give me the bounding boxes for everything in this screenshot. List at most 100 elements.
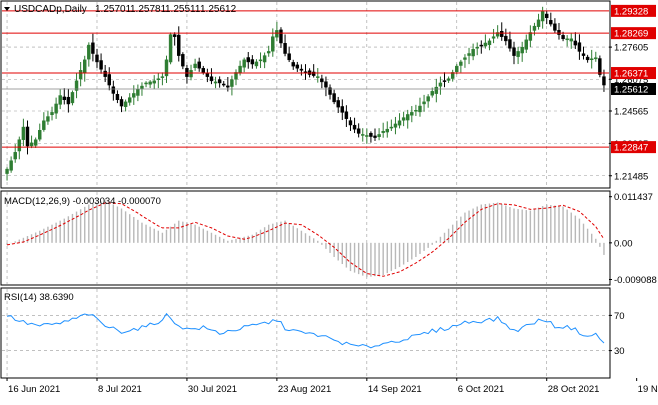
candle-bear [95,54,99,63]
candle-bear [324,81,328,88]
candle-bear [107,74,111,86]
candle-bear [295,64,300,69]
candle-bear [181,54,185,67]
macd-axis-tick-label: -0.009088 [614,275,657,286]
candle-bull [532,25,537,31]
rsi-label: RSI(14) 38.6390 [4,292,74,303]
candle-bull [446,78,451,81]
candle-bull [78,70,83,80]
candle-bull [540,11,545,22]
candle-bull [258,59,263,62]
candle-bull [54,103,58,114]
candle-bull [29,142,34,147]
candle-bear [577,42,582,52]
candle-bear [283,43,287,54]
candle-bull [483,42,488,47]
candle-bull [17,139,22,152]
candle-bull [467,53,471,56]
candle-bear [250,59,255,65]
candle-bear [336,100,340,108]
candle-bull [536,19,541,27]
candle-bull [361,134,365,136]
candle-bull [152,80,156,84]
candle-bull [266,51,271,54]
candle-bear [246,57,250,63]
x-axis-tick-label: 30 Jul 2021 [188,384,237,395]
candle-bull [58,95,62,105]
candle-bull [123,101,128,108]
candle-bull [230,79,234,87]
candle-bear [172,34,177,37]
candle-bull [83,59,87,73]
macd-label: MACD(12,26,9) -0.003034 -0.000070 [4,196,161,207]
candle-bull [377,134,381,137]
candle-bull [434,86,439,94]
candle-bull [238,65,242,73]
candle-bull [213,81,218,84]
candle-bull [148,81,152,85]
candle-bull [42,120,46,130]
candle-bull [594,57,598,60]
candle-bear [602,76,606,86]
candle-bull [487,40,492,46]
ohlc-close: 1.25612 [200,4,237,15]
candle-bull [46,116,50,122]
candle-bull [9,160,13,171]
candle-bull [471,49,475,57]
price-axis-tick-label: 1.27605 [614,43,648,54]
candle-bull [262,55,267,63]
symbol-label: USDCADp,Daily [14,4,87,15]
candle-bear [442,80,447,82]
candle-bear [581,53,586,56]
candle-bull [70,92,75,104]
candle-bull [381,131,385,133]
candle-bull [33,139,38,146]
rsi-axis-tick-label: 30 [614,346,625,357]
candle-bull [50,112,54,115]
candle-bull [127,97,132,103]
candle-bull [520,46,524,54]
candle-bull [21,126,26,140]
candle-bear [197,61,201,69]
candle-bull [5,168,9,174]
level-label: 1.29328 [614,6,648,17]
candle-bull [565,38,569,41]
candle-bear [549,20,553,25]
candle-bear [320,78,324,83]
ohlc-high: 1.25781 [130,4,167,15]
candle-bear [373,135,377,138]
candle-bear [66,96,71,105]
candle-bear [344,111,349,119]
candle-bull [414,110,418,112]
ohlc-open: 1.25701 [95,4,132,15]
candle-bull [144,82,148,85]
candle-bear [348,120,353,126]
candle-bull [275,30,279,38]
candle-bull [393,123,398,128]
candle-bear [500,31,504,37]
candle-bull [38,129,42,140]
candle-bear [62,96,67,101]
candle-bull [397,120,402,126]
chart-canvas[interactable]: 1.276051.260751.245651.230251.214851.293… [0,0,658,400]
candle-bear [25,126,30,147]
candle-bull [136,88,140,96]
candle-bull [156,78,161,80]
candle-bull [491,36,496,39]
candle-bear [544,13,549,19]
candle-bull [516,51,520,57]
candle-bear [332,93,336,103]
level-label: 1.22847 [614,143,648,154]
candle-bear [91,42,95,54]
candle-bull [13,152,17,160]
candle-bull [426,96,430,102]
candle-bull [401,117,406,121]
candle-bear [205,72,210,77]
trading-chart[interactable]: 1.276051.260751.245651.230251.214851.293… [0,0,658,400]
candle-bull [189,70,193,78]
ohlc-low: 1.25511 [165,4,201,15]
candle-bull [365,135,369,137]
x-axis-tick-label: 23 Aug 2021 [278,384,331,395]
current-price-label: 1.25612 [614,84,648,95]
candle-bear [340,106,345,113]
